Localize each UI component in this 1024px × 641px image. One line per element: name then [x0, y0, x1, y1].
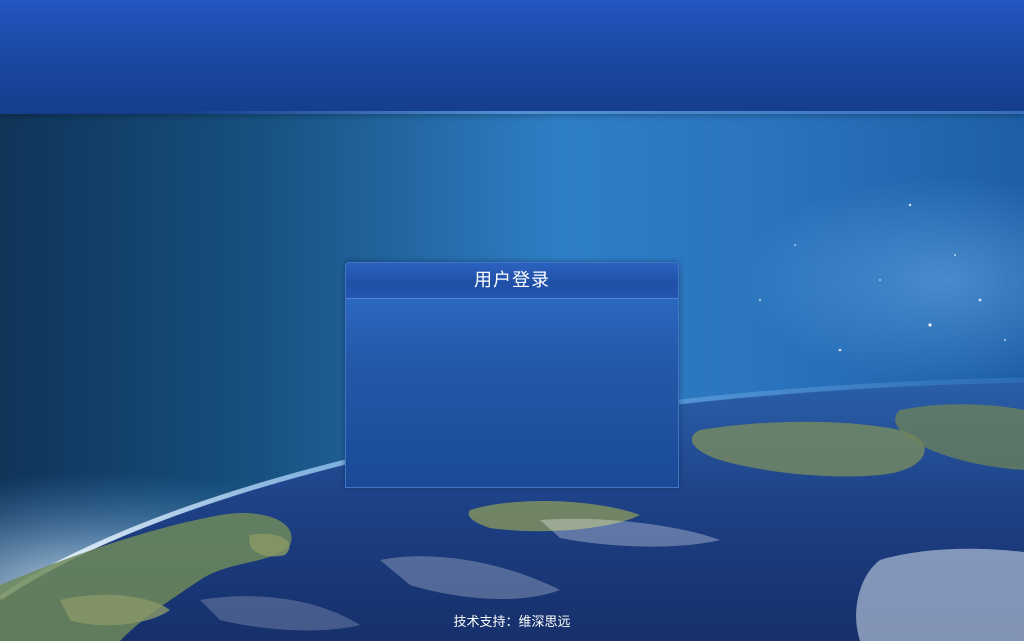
tech-support-text: 技术支持：维深思远 — [453, 615, 571, 630]
login-panel-header: 用户登录 — [346, 263, 678, 299]
login-panel: 用户登录 — [345, 262, 679, 488]
login-panel-body — [346, 299, 678, 487]
header-divider-line — [180, 111, 1024, 114]
top-header-band — [0, 0, 1024, 114]
footer: 技术支持：维深思远 — [0, 611, 1024, 630]
login-title: 用户登录 — [474, 270, 550, 291]
